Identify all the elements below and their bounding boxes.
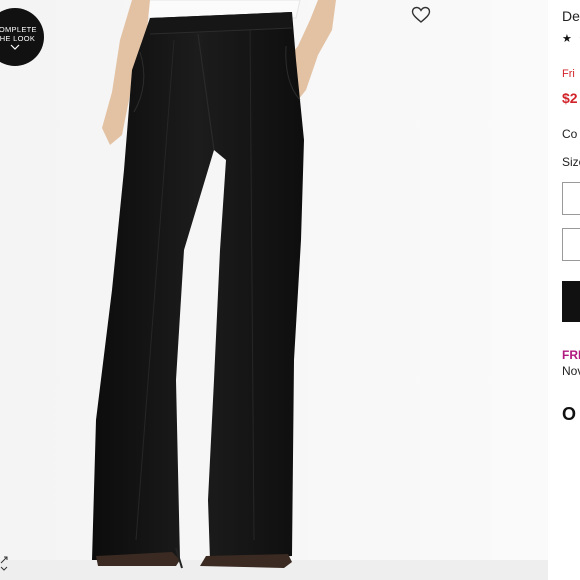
complete-the-look-line2: THE LOOK: [0, 33, 36, 43]
shipping-note: Nov: [562, 364, 580, 378]
product-image: [0, 0, 548, 580]
sale-label: Fri: [562, 68, 575, 80]
section-title: O: [562, 404, 577, 424]
complete-the-look-line1: COMPLETE: [0, 24, 37, 34]
color-label: Co: [562, 127, 578, 141]
product-brand[interactable]: De: [562, 8, 580, 24]
shipping-label: FRI: [562, 348, 580, 362]
size-label: Size: [562, 155, 580, 169]
product-price: $2: [562, 90, 578, 106]
quantity-select[interactable]: [562, 228, 580, 261]
chevron-down-icon: [10, 44, 20, 50]
expand-icon[interactable]: [0, 554, 10, 574]
heart-icon[interactable]: [411, 6, 431, 24]
product-gallery: COMPLETE THE LOOK: [0, 0, 548, 580]
size-select[interactable]: [562, 182, 580, 215]
rating-stars[interactable]: ★ ★: [562, 32, 580, 45]
add-to-bag-button[interactable]: [562, 281, 580, 322]
product-info-panel: De ★ ★ Fri $2 Co Size FRI Nov O: [548, 0, 580, 580]
